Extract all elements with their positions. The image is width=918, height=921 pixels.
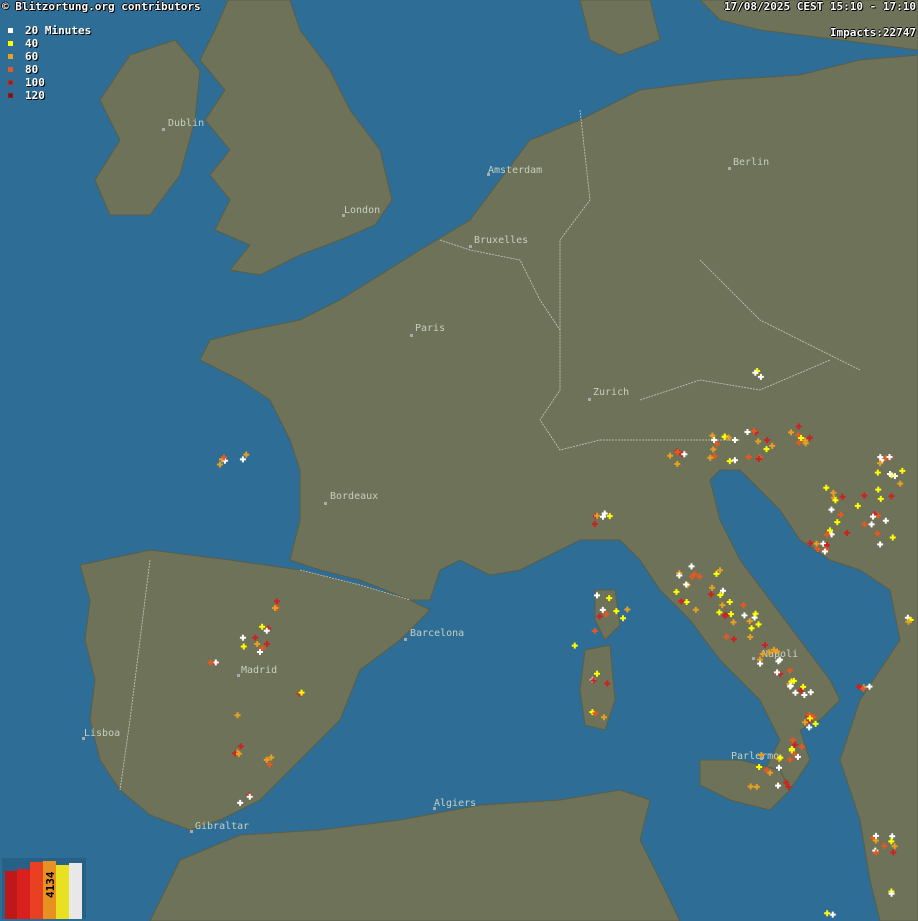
city-amsterdam: Amsterdam xyxy=(488,165,542,176)
strike-histogram: 4134 xyxy=(2,858,86,919)
lightning-map[interactable]: Dublin London Amsterdam Berlin Bruxelles… xyxy=(0,0,918,921)
city-paris: Paris xyxy=(415,323,445,334)
legend-swatch xyxy=(8,93,13,98)
legend-item: 120 xyxy=(8,89,91,102)
legend-swatch xyxy=(8,67,13,72)
legend-item: 60 xyxy=(8,50,91,63)
histogram-bar xyxy=(5,871,17,919)
city-lisboa: Lisboa xyxy=(84,728,120,739)
city-london: London xyxy=(344,205,380,216)
legend-item: 80 xyxy=(8,63,91,76)
city-dublin: Dublin xyxy=(168,118,204,129)
city-berlin: Berlin xyxy=(733,157,769,168)
credit-text: © Blitzortung.org contributors xyxy=(2,0,201,13)
legend-swatch xyxy=(8,80,13,85)
histogram-bar xyxy=(69,863,82,919)
age-legend: 20 Minutes 40 60 80 100 120 xyxy=(8,24,91,102)
city-zurich: Zurich xyxy=(593,387,629,398)
legend-item: 20 Minutes xyxy=(8,24,91,37)
time-range: 17/08/2025 CEST 15:10 - 17:10 xyxy=(723,0,916,13)
city-bruxelles: Bruxelles xyxy=(474,235,528,246)
legend-swatch xyxy=(8,41,13,46)
city-parlermo: Parlermo xyxy=(731,751,779,762)
city-madrid: Madrid xyxy=(241,665,277,676)
city-bordeaux: Bordeaux xyxy=(330,491,378,502)
histogram-value: 4134 xyxy=(44,871,57,898)
legend-swatch xyxy=(8,28,13,33)
impacts-count: Impacts:22747 xyxy=(829,26,916,39)
legend-item: 100 xyxy=(8,76,91,89)
histogram-bar xyxy=(56,865,69,919)
city-gibraltar: Gibraltar xyxy=(195,821,249,832)
city-algiers: Algiers xyxy=(434,798,476,809)
histogram-bar xyxy=(17,869,30,919)
city-barcelona: Barcelona xyxy=(410,628,464,639)
legend-swatch xyxy=(8,54,13,59)
histogram-bar xyxy=(30,862,43,919)
legend-item: 40 xyxy=(8,37,91,50)
